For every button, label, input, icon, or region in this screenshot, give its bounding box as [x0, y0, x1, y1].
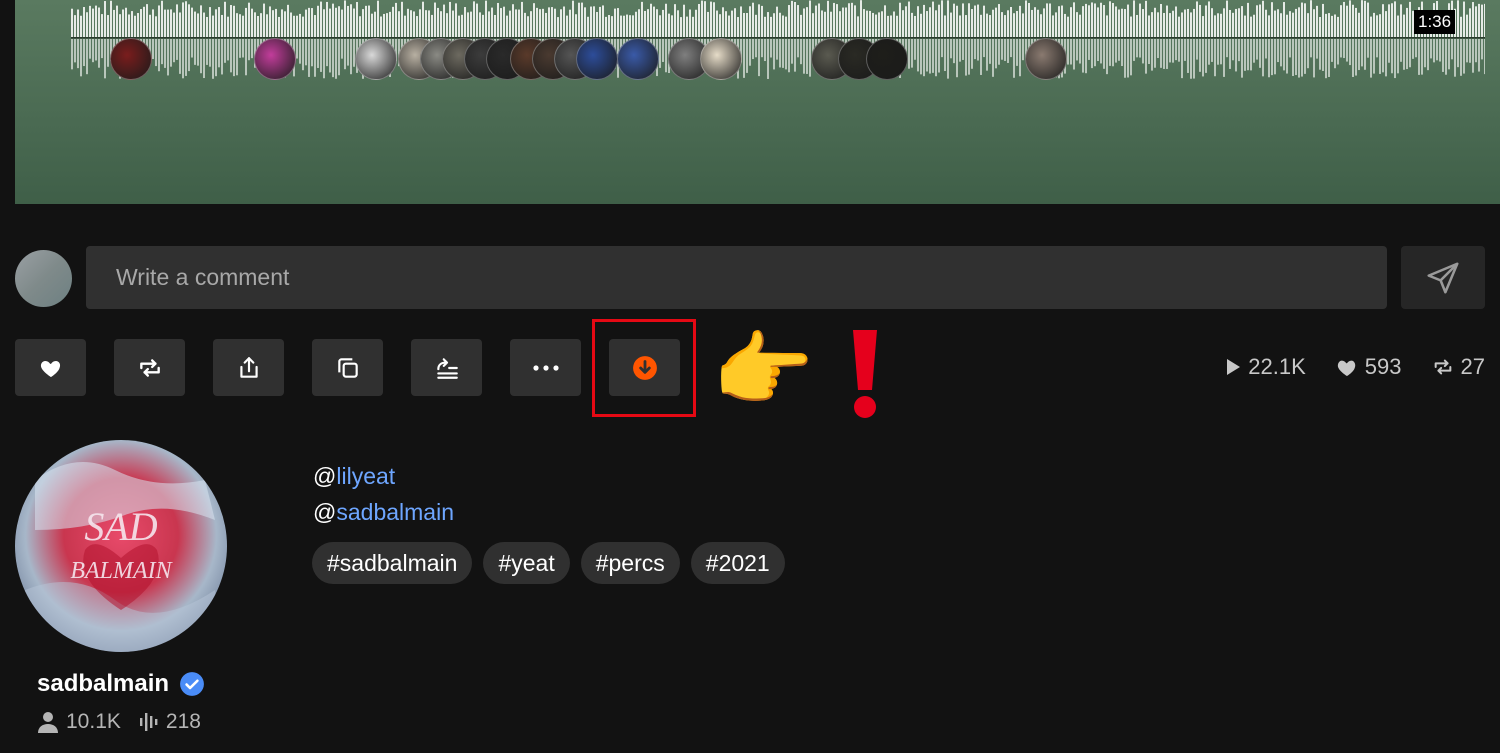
- plays-stat: 22.1K: [1225, 354, 1306, 380]
- comment-row: [15, 246, 1485, 309]
- tag-label: sadbalmain: [339, 549, 458, 576]
- repost-icon: [139, 358, 160, 377]
- waveform-comment-avatar[interactable]: [617, 38, 659, 80]
- likes-count: 593: [1364, 354, 1402, 379]
- mention-lilyeat: @lilyeat: [313, 458, 454, 494]
- waveform-comment-avatars: [15, 0, 1500, 90]
- waveform-comment-avatar[interactable]: [355, 38, 397, 80]
- mention-prefix: @: [313, 463, 337, 489]
- tag-label: 2021: [718, 549, 770, 576]
- tracks-stat[interactable]: 218: [139, 710, 201, 734]
- waveform-comment-avatar[interactable]: [110, 38, 152, 80]
- waveform-icon: [139, 713, 158, 731]
- copy-icon: [337, 357, 358, 378]
- heart-icon: [40, 360, 60, 377]
- tag-label: percs: [608, 549, 665, 576]
- share-icon: [239, 356, 258, 378]
- mention-prefix: @: [313, 499, 337, 525]
- add-to-playlist-icon: [436, 357, 458, 379]
- track-stats: 22.1K 593 27: [1225, 354, 1485, 380]
- send-comment-button[interactable]: [1401, 246, 1485, 309]
- heart-icon: [1337, 360, 1356, 377]
- add-to-playlist-button[interactable]: [411, 339, 482, 396]
- artist-name-label: sadbalmain: [37, 670, 170, 697]
- download-highlight-box: [592, 319, 696, 417]
- followers-count: 10.1K: [66, 710, 121, 733]
- person-icon: [38, 712, 58, 733]
- reposts-stat: 27: [1432, 354, 1485, 380]
- tag-2021[interactable]: # 2021: [690, 542, 785, 584]
- pointing-hand-icon: 👉: [712, 325, 815, 416]
- mention-sadbalmain: @sadbalmain: [313, 494, 454, 530]
- waveform-comment-avatar[interactable]: [700, 38, 742, 80]
- reposts-count: 27: [1460, 354, 1485, 379]
- svg-text:BALMAIN: BALMAIN: [70, 558, 173, 584]
- artist-name[interactable]: sadbalmain: [37, 670, 205, 698]
- tag-yeat[interactable]: # yeat: [483, 542, 570, 584]
- mention-link[interactable]: sadbalmain: [336, 499, 454, 525]
- tag-label: yeat: [511, 549, 555, 576]
- track-description: @lilyeat @sadbalmain: [313, 458, 454, 530]
- like-button[interactable]: [15, 339, 86, 396]
- play-icon: [1227, 359, 1241, 375]
- svg-text:SAD: SAD: [84, 504, 157, 549]
- track-duration: 1:36: [1414, 10, 1456, 34]
- more-options-button[interactable]: [510, 339, 581, 396]
- repost-button[interactable]: [114, 339, 185, 396]
- tag-list: # sadbalmain # yeat # percs # 2021: [312, 542, 785, 584]
- likes-stat: 593: [1336, 354, 1402, 380]
- comment-input[interactable]: [86, 246, 1387, 309]
- copy-link-button[interactable]: [312, 339, 383, 396]
- plays-count: 22.1K: [1248, 354, 1306, 379]
- share-button[interactable]: [213, 339, 284, 396]
- exclamation-icon: [853, 330, 877, 418]
- followers-stat[interactable]: 10.1K: [37, 710, 121, 734]
- waveform-comment-avatar[interactable]: [254, 38, 296, 80]
- repost-icon: [1434, 359, 1451, 375]
- artist-avatar[interactable]: SAD BALMAIN: [15, 440, 227, 652]
- artist-stats: 10.1K 218: [37, 710, 201, 734]
- more-icon: [532, 364, 559, 371]
- tracks-count: 218: [165, 710, 201, 733]
- mention-link[interactable]: lilyeat: [336, 463, 395, 489]
- waveform-player[interactable]: 1:36: [15, 0, 1500, 204]
- tag-sadbalmain[interactable]: # sadbalmain: [312, 542, 473, 584]
- send-icon: [1427, 261, 1459, 294]
- verified-badge-icon: [180, 672, 204, 696]
- current-user-avatar: [15, 250, 72, 307]
- waveform-comment-avatar[interactable]: [866, 38, 908, 80]
- waveform-comment-avatar[interactable]: [576, 38, 618, 80]
- artist-artwork: SAD BALMAIN: [15, 440, 227, 652]
- waveform-comment-avatar[interactable]: [1025, 38, 1067, 80]
- tag-percs[interactable]: # percs: [580, 542, 680, 584]
